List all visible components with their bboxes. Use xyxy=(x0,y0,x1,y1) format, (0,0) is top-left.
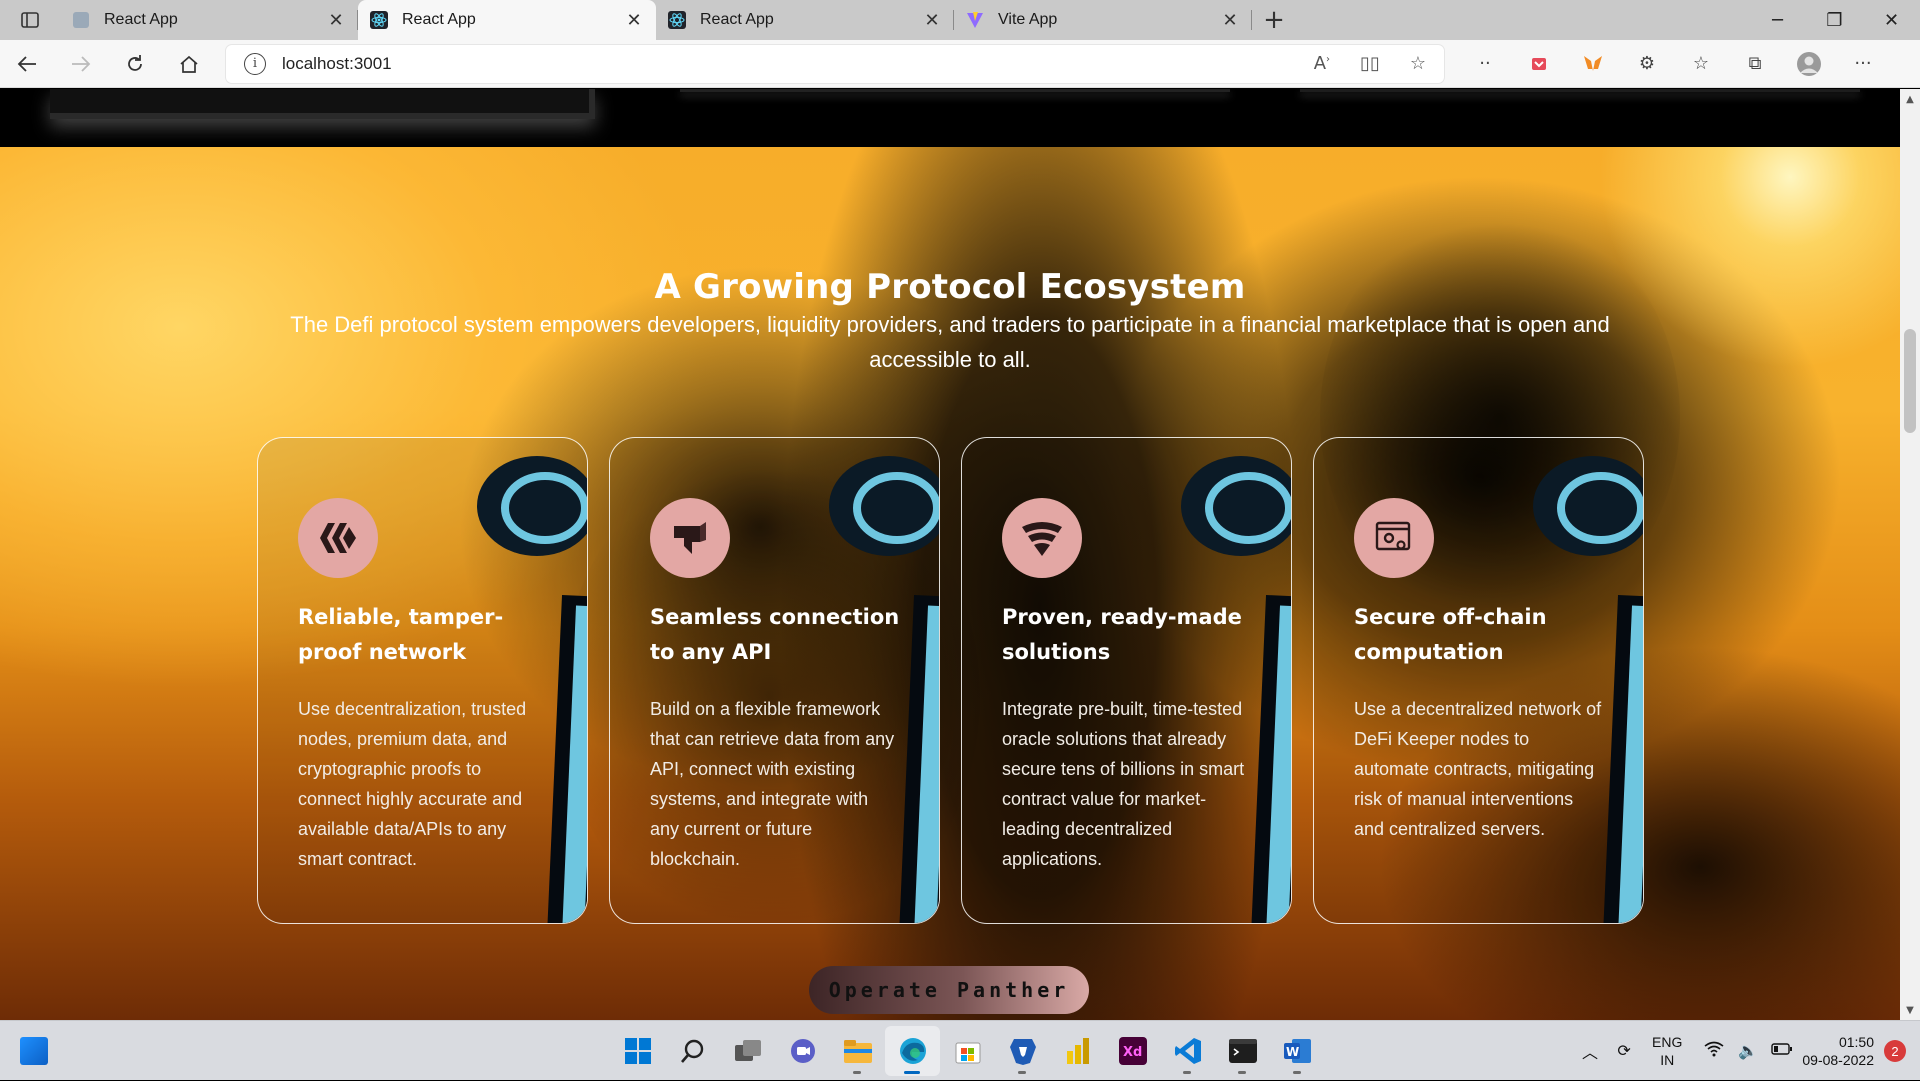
url-text[interactable]: localhost:3001 xyxy=(282,54,392,74)
card-body: Use a decentralized network of DeFi Keep… xyxy=(1354,699,1602,839)
volume-icon[interactable]: 🔈 xyxy=(1734,1041,1762,1061)
search-icon[interactable] xyxy=(665,1026,720,1076)
terminal-icon[interactable] xyxy=(1215,1026,1270,1076)
region-code: IN xyxy=(1660,1052,1675,1068)
widgets-icon[interactable] xyxy=(20,1037,48,1065)
previous-section-edge xyxy=(0,89,1900,147)
immersive-reader-icon[interactable]: ▯▯ xyxy=(1360,53,1380,74)
add-favorite-icon[interactable]: ☆ xyxy=(1410,53,1426,74)
profile-avatar-icon[interactable] xyxy=(1782,44,1836,84)
back-icon[interactable] xyxy=(0,44,54,84)
adobe-xd-icon[interactable]: Xd xyxy=(1105,1026,1160,1076)
clock-time: 01:50 xyxy=(1838,1034,1874,1050)
scroll-up-icon[interactable]: ▲ xyxy=(1900,91,1920,107)
browser-tab[interactable]: Vite App ✕ xyxy=(954,0,1252,40)
language-code: ENG xyxy=(1652,1034,1683,1050)
close-tab-icon[interactable]: ✕ xyxy=(922,10,942,31)
f-secure-icon xyxy=(1002,498,1082,578)
extensions-icon[interactable]: ⚙ xyxy=(1620,44,1674,84)
feature-card: Reliable, tamper-proof network Use decen… xyxy=(257,437,588,924)
wifi-icon[interactable] xyxy=(1700,1041,1728,1062)
card-body: Integrate pre-built, time-tested oracle … xyxy=(1002,699,1245,869)
api-connection-icon xyxy=(650,498,730,578)
show-hidden-icons-icon[interactable]: ︿ xyxy=(1576,1039,1604,1063)
react-icon xyxy=(668,11,686,29)
restore-icon[interactable]: ❐ xyxy=(1806,0,1863,40)
decorative-tube-graphic xyxy=(1533,456,1643,923)
tab-title: React App xyxy=(104,11,178,28)
store-icon[interactable] xyxy=(940,1026,995,1076)
vite-icon xyxy=(966,11,984,29)
home-icon[interactable] xyxy=(162,44,216,84)
feature-cards: Reliable, tamper-proof network Use decen… xyxy=(257,437,1644,924)
hive-icon xyxy=(298,498,378,578)
browser-tab[interactable]: React App ✕ xyxy=(60,0,358,40)
settings-window-icon xyxy=(1354,498,1434,578)
read-aloud-icon[interactable]: A› xyxy=(1314,53,1330,74)
word-icon[interactable]: W xyxy=(1270,1026,1325,1076)
new-tab-button[interactable]: + xyxy=(1252,0,1296,40)
card-title: Secure off-chain computation xyxy=(1354,605,1547,664)
browser-tab-bar: React App ✕ React App ✕ React App ✕ Vite… xyxy=(0,0,1920,40)
minimize-icon[interactable]: ─ xyxy=(1749,0,1806,40)
page-viewport: A Growing Protocol Ecosystem The Defi pr… xyxy=(0,89,1900,1020)
page-scrollbar[interactable]: ▲ ▼ xyxy=(1900,89,1920,1020)
scroll-down-icon[interactable]: ▼ xyxy=(1900,1002,1920,1018)
card-title: Seamless connection to any API xyxy=(650,605,900,664)
section-subtitle: The Defi protocol system empowers develo… xyxy=(290,312,1610,372)
file-explorer-icon[interactable] xyxy=(830,1026,885,1076)
tab-actions-icon[interactable] xyxy=(0,0,60,40)
card-body: Build on a flexible framework that can r… xyxy=(650,699,895,869)
close-tab-icon[interactable]: ✕ xyxy=(1220,10,1240,31)
site-info-icon[interactable]: i xyxy=(244,52,266,75)
chat-icon[interactable] xyxy=(775,1026,830,1076)
address-bar[interactable]: i localhost:3001 A› ▯▯ ☆ xyxy=(226,44,1444,83)
close-tab-icon[interactable]: ✕ xyxy=(326,10,346,31)
feature-card: Seamless connection to any API Build on … xyxy=(609,437,940,924)
collections-icon[interactable]: ⧉ xyxy=(1728,44,1782,84)
tab-title: React App xyxy=(402,11,476,28)
refresh-icon[interactable] xyxy=(108,44,162,84)
close-window-icon[interactable]: ✕ xyxy=(1863,0,1920,40)
browser-tab[interactable]: React App ✕ xyxy=(656,0,954,40)
task-view-icon[interactable] xyxy=(720,1026,775,1076)
system-tray: ︿ ⟳ ENG IN 🔈 01:50 09-08-2022 2 xyxy=(1576,1021,1920,1081)
edge-icon[interactable] xyxy=(885,1026,940,1076)
ecosystem-section: A Growing Protocol Ecosystem The Defi pr… xyxy=(0,147,1900,1020)
vscode-icon[interactable] xyxy=(1160,1026,1215,1076)
card-title: Proven, ready-made solutions xyxy=(1002,605,1242,664)
power-bi-icon[interactable] xyxy=(1050,1026,1105,1076)
favorites-icon[interactable]: ☆ xyxy=(1674,44,1728,84)
tab-title: Vite App xyxy=(998,11,1058,28)
svg-text:Xd: Xd xyxy=(1123,1045,1142,1060)
react-icon xyxy=(370,11,388,29)
svg-text:W: W xyxy=(1286,1045,1299,1059)
browser-toolbar: i localhost:3001 A› ▯▯ ☆ ·· ⚙ ☆ ⧉ ··· xyxy=(0,40,1920,88)
close-tab-icon[interactable]: ✕ xyxy=(624,10,644,31)
feature-card: Proven, ready-made solutions Integrate p… xyxy=(961,437,1292,924)
forward-icon[interactable] xyxy=(54,44,108,84)
metamask-icon[interactable] xyxy=(1566,44,1620,84)
tab-title: React App xyxy=(700,11,774,28)
language-indicator[interactable]: ENG IN xyxy=(1652,1033,1682,1069)
brave-icon[interactable] xyxy=(995,1026,1050,1076)
windows-taskbar: Xd W ︿ ⟳ ENG IN 🔈 01:50 09-08-2022 2 xyxy=(0,1020,1920,1080)
browser-tab-active[interactable]: React App ✕ xyxy=(358,0,656,40)
pocket-extension-icon[interactable] xyxy=(1512,44,1566,84)
card-title: Reliable, tamper-proof network xyxy=(298,605,504,664)
react-icon xyxy=(72,11,90,29)
sync-icon[interactable]: ⟳ xyxy=(1610,1041,1638,1061)
extension-dots-icon[interactable]: ·· xyxy=(1458,44,1512,84)
feature-card: Secure off-chain computation Use a decen… xyxy=(1313,437,1644,924)
section-heading: A Growing Protocol Ecosystem xyxy=(654,267,1246,307)
more-options-icon[interactable]: ··· xyxy=(1836,44,1890,84)
battery-icon[interactable] xyxy=(1768,1042,1796,1060)
scrollbar-thumb[interactable] xyxy=(1904,329,1916,433)
operate-panther-button[interactable]: Operate Panther xyxy=(809,966,1089,1014)
card-body: Use decentralization, trusted nodes, pre… xyxy=(298,699,527,869)
start-icon[interactable] xyxy=(610,1026,665,1076)
clock[interactable]: 01:50 09-08-2022 xyxy=(1802,1033,1874,1069)
clock-date: 09-08-2022 xyxy=(1802,1052,1874,1068)
notification-badge[interactable]: 2 xyxy=(1884,1040,1906,1062)
